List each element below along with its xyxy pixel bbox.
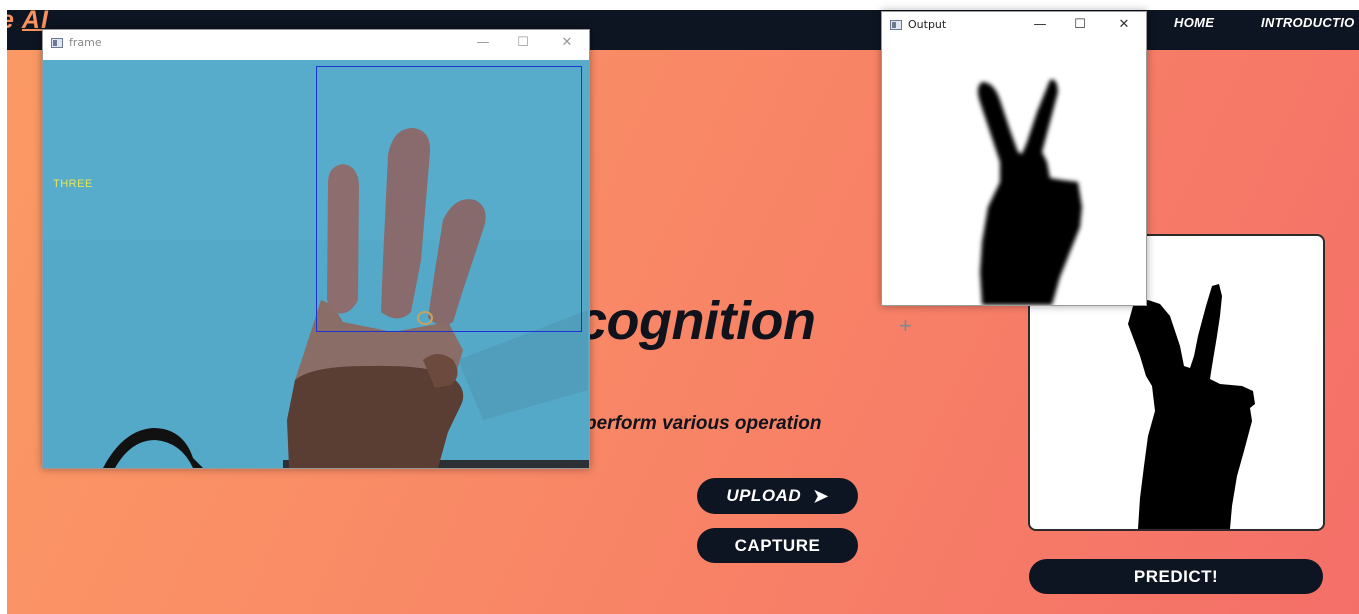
close-button[interactable]: ✕ [555,32,579,54]
upload-button[interactable]: UPLOAD ➤ [697,478,858,514]
hero-subtitle: perform various operation [585,413,822,434]
capture-button[interactable]: CAPTURE [697,528,858,563]
upload-button-label: UPLOAD [726,486,802,505]
upload-arrow-icon: ➤ [813,485,829,506]
crosshair-icon: + [899,313,912,338]
nav-link-home[interactable]: HOME [1174,15,1214,30]
hero-title: cognition [577,291,816,351]
predicted-label: THREE [53,178,93,190]
frame-window-titlebar[interactable]: frame — ☐ ✕ [43,30,589,58]
maximize-button[interactable]: ☐ [511,32,535,54]
window-app-icon [890,20,902,30]
output-window-title: Output [908,18,947,31]
maximize-button[interactable]: ☐ [1068,14,1092,36]
output-window[interactable]: Output — ☐ ✕ [881,11,1147,306]
roi-box [316,66,582,332]
frame-window[interactable]: frame — ☐ ✕ THREE [42,29,590,469]
hand-mask-image [977,79,1082,305]
minimize-button[interactable]: — [1028,14,1052,36]
brand-prefix: e [7,10,22,34]
predict-button[interactable]: PREDICT! [1029,559,1323,594]
minimize-button[interactable]: — [471,32,495,54]
nav-link-introduction[interactable]: INTRODUCTIO [1261,15,1355,30]
close-button[interactable]: ✕ [1112,14,1136,36]
window-app-icon [51,38,63,48]
frame-window-title: frame [69,36,102,49]
output-window-titlebar[interactable]: Output — ☐ ✕ [882,12,1146,40]
output-mask-view [882,42,1146,305]
camera-feed: THREE [43,60,589,468]
